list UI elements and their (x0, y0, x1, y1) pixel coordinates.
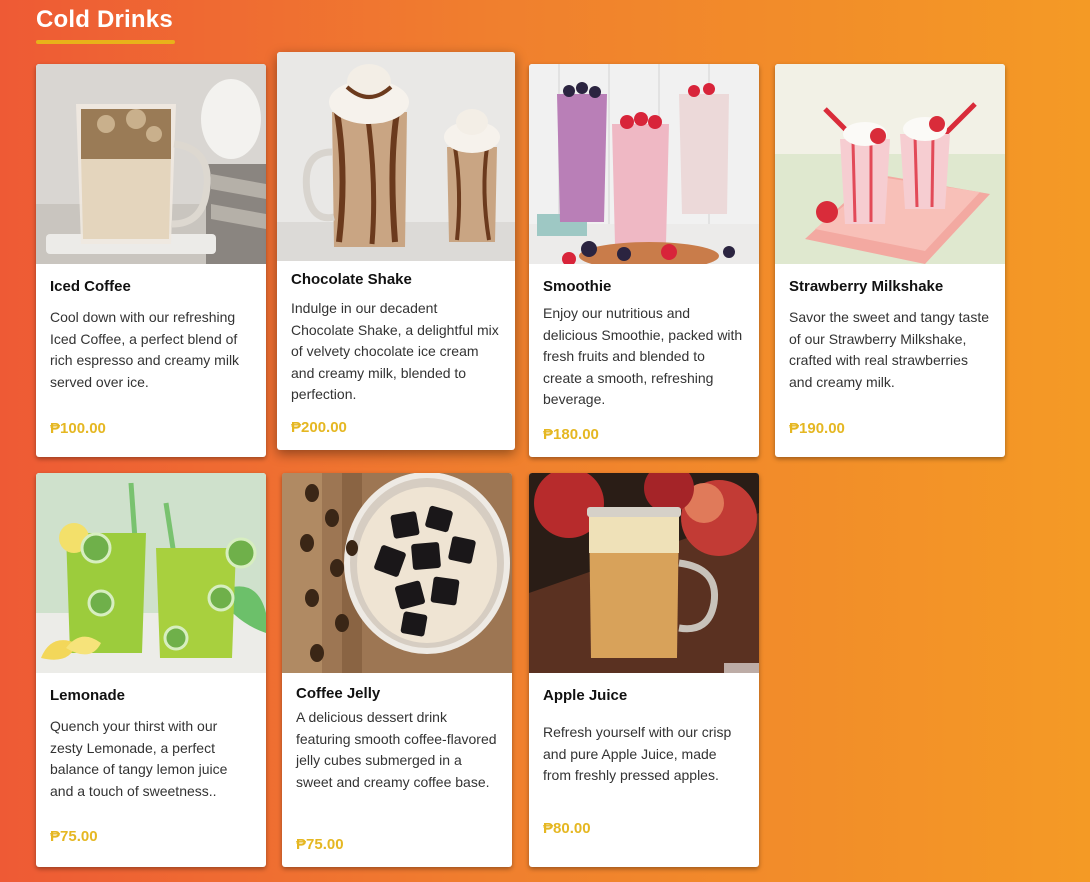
smoothie-image (529, 64, 759, 264)
product-card-strawberry-milkshake[interactable]: Strawberry Milkshake Savor the sweet and… (775, 64, 1005, 457)
product-card-smoothie[interactable]: Smoothie Enjoy our nutritious and delici… (529, 64, 759, 457)
card-price: ₱100.00 (50, 420, 106, 437)
card-description: Quench your thirst with our zesty Lemona… (50, 718, 228, 799)
title-underline (36, 40, 175, 44)
card-price: ₱75.00 (296, 836, 344, 853)
card-description: A delicious dessert drink featuring smoo… (296, 709, 497, 790)
card-price: ₱190.00 (789, 420, 845, 437)
product-card-coffee-jelly[interactable]: Coffee Jelly A delicious dessert drink f… (282, 473, 512, 867)
card-title: Coffee Jelly (296, 685, 381, 702)
strawberry-milkshake-image (775, 64, 1005, 264)
card-price: ₱75.00 (50, 828, 98, 845)
lemonade-image (36, 473, 266, 673)
card-description: Enjoy our nutritious and delicious Smoot… (543, 305, 743, 407)
card-title: Iced Coffee (50, 278, 131, 295)
card-title: Strawberry Milkshake (789, 278, 944, 295)
product-card-iced-coffee[interactable]: Iced Coffee Cool down with our refreshin… (36, 64, 266, 457)
card-description: Indulge in our decadent Chocolate Shake,… (291, 300, 499, 402)
card-description: Savor the sweet and tangy taste of our S… (789, 309, 990, 390)
coffee-jelly-image (282, 473, 512, 673)
card-title: Smoothie (543, 278, 612, 295)
product-card-apple-juice[interactable]: Apple Juice Refresh yourself with our cr… (529, 473, 759, 867)
chocolate-shake-image (277, 52, 515, 261)
card-description: Cool down with our refreshing Iced Coffe… (50, 309, 240, 390)
product-card-lemonade[interactable]: Lemonade Quench your thirst with our zes… (36, 473, 266, 867)
iced-coffee-image (36, 64, 266, 264)
product-card-chocolate-shake[interactable]: Chocolate Shake Indulge in our decadent … (277, 52, 515, 450)
card-price: ₱200.00 (291, 419, 347, 436)
card-title: Apple Juice (543, 687, 628, 704)
card-price: ₱180.00 (543, 426, 599, 443)
card-price: ₱80.00 (543, 820, 591, 837)
card-description: Refresh yourself with our crisp and pure… (543, 724, 732, 783)
card-title: Lemonade (50, 687, 126, 704)
card-title: Chocolate Shake (291, 271, 412, 288)
section-title: Cold Drinks (36, 6, 173, 33)
apple-juice-image (529, 473, 759, 673)
